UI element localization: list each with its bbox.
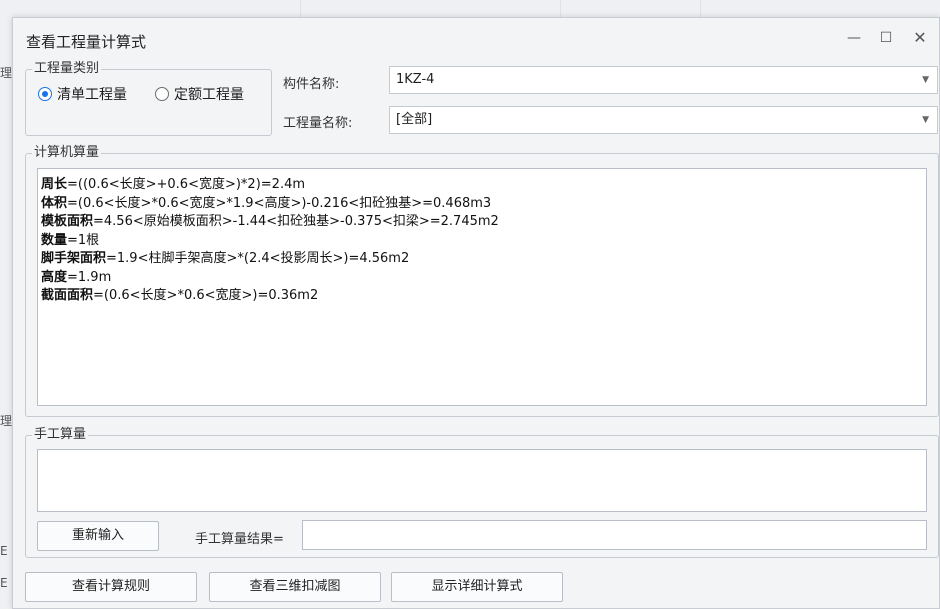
title-bar[interactable]: 查看工程量计算式 — ☐ ✕ bbox=[13, 18, 939, 58]
formula-line: 截面面积=(0.6<长度>*0.6<宽度>)=0.36m2 bbox=[41, 288, 319, 303]
bg-side-label: E bbox=[0, 544, 8, 558]
radio-unchecked-icon[interactable] bbox=[155, 87, 169, 101]
radio-quota-quantity-label: 定额工程量 bbox=[174, 87, 244, 103]
reinput-button[interactable]: 重新输入 bbox=[37, 521, 159, 551]
component-name-select[interactable]: 1KZ-4 ▼ bbox=[389, 66, 938, 94]
component-name-label: 构件名称: bbox=[283, 77, 340, 92]
formula-line: 数量=1根 bbox=[41, 232, 100, 248]
dialog-title: 查看工程量计算式 bbox=[26, 33, 147, 51]
quantity-type-group: 工程量类别 清单工程量 定额工程量 bbox=[25, 62, 272, 136]
show-detailed-formula-button[interactable]: 显示详细计算式 bbox=[391, 572, 563, 602]
radio-quota-quantity[interactable]: 定额工程量 bbox=[155, 84, 244, 104]
bg-side-label: 理 bbox=[0, 414, 13, 428]
bg-side-label: 理 bbox=[0, 66, 13, 80]
computer-calc-textbox[interactable]: 周长=((0.6<长度>+0.6<宽度>)*2)=2.4m 体积=(0.6<长度… bbox=[37, 168, 927, 406]
radio-bill-quantity-label: 清单工程量 bbox=[57, 87, 127, 103]
view-calc-rules-button[interactable]: 查看计算规则 bbox=[25, 572, 197, 602]
view-3d-deduction-button[interactable]: 查看三维扣减图 bbox=[209, 572, 381, 602]
chevron-down-icon: ▼ bbox=[922, 75, 929, 85]
view-quantity-formula-dialog: 查看工程量计算式 — ☐ ✕ 工程量类别 清单工程量 定额工程量 构件名称: 1… bbox=[12, 17, 940, 609]
radio-bill-quantity[interactable]: 清单工程量 bbox=[38, 84, 127, 104]
quantity-name-select[interactable]: [全部] ▼ bbox=[389, 106, 938, 134]
manual-calc-textbox[interactable] bbox=[37, 449, 927, 512]
manual-calc-legend: 手工算量 bbox=[34, 427, 87, 442]
manual-result-label: 手工算量结果= bbox=[195, 532, 284, 547]
bg-side-label: E bbox=[0, 576, 8, 590]
close-button[interactable]: ✕ bbox=[907, 26, 933, 50]
formula-line: 高度=1.9m bbox=[41, 269, 112, 285]
quantity-name-label: 工程量名称: bbox=[283, 116, 353, 131]
minimize-button[interactable]: — bbox=[841, 26, 867, 50]
computer-calc-legend: 计算机算量 bbox=[34, 145, 100, 160]
formula-line: 脚手架面积=1.9<柱脚手架高度>*(2.4<投影周长>)=4.56m2 bbox=[41, 251, 410, 266]
radio-checked-icon[interactable] bbox=[38, 87, 52, 101]
formula-line: 模板面积=4.56<原始模板面积>-1.44<扣砼独基>-0.375<扣梁>=2… bbox=[41, 214, 499, 229]
component-name-value: 1KZ-4 bbox=[396, 72, 435, 87]
maximize-button[interactable]: ☐ bbox=[873, 26, 899, 50]
formula-line: 周长=((0.6<长度>+0.6<宽度>)*2)=2.4m bbox=[41, 177, 306, 192]
quantity-type-legend: 工程量类别 bbox=[34, 61, 100, 76]
quantity-name-value: [全部] bbox=[396, 112, 433, 127]
manual-result-input[interactable] bbox=[302, 520, 927, 550]
chevron-down-icon: ▼ bbox=[922, 115, 929, 125]
formula-line: 体积=(0.6<长度>*0.6<宽度>*1.9<高度>)-0.216<扣砼独基>… bbox=[41, 195, 492, 211]
